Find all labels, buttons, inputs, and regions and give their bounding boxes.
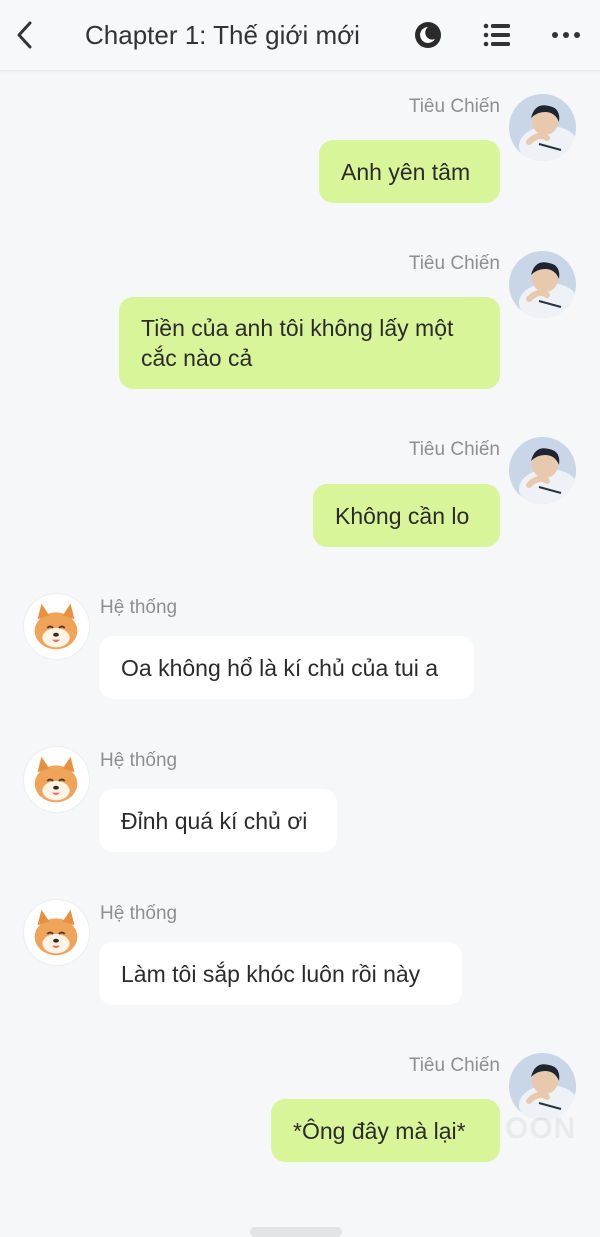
chat-bubble: Tiền của anh tôi không lấy một cắc nào c… bbox=[119, 297, 500, 389]
sender-name: Hệ thống bbox=[100, 903, 178, 924]
chat-bubble: Làm tôi sắp khóc luôn rồi này bbox=[99, 942, 462, 1005]
night-mode-icon[interactable] bbox=[412, 18, 444, 52]
watermark: OON bbox=[505, 1112, 577, 1145]
sender-name: Tiêu Chiến bbox=[408, 253, 500, 274]
more-dots-icon[interactable] bbox=[550, 18, 582, 52]
chat-bubble: *Ông đây mà lại* bbox=[271, 1099, 500, 1162]
chat-bubble: Oa không hổ là kí chủ của tui a bbox=[99, 636, 474, 699]
chat-bubble: Đỉnh quá kí chủ ơi bbox=[99, 789, 337, 852]
chapter-title: Chapter 1: Thế giới mới bbox=[85, 20, 360, 50]
top-bar: Chapter 1: Thế giới mới bbox=[0, 0, 600, 70]
user-avatar[interactable] bbox=[509, 94, 576, 161]
sender-name: Hệ thống bbox=[100, 750, 178, 771]
chat-bubble: Không cần lo bbox=[313, 484, 500, 547]
sender-name: Tiêu Chiến bbox=[408, 1055, 500, 1076]
user-avatar[interactable] bbox=[509, 1053, 576, 1120]
sender-name: Hệ thống bbox=[100, 597, 178, 618]
user-avatar[interactable] bbox=[509, 251, 576, 318]
user-avatar[interactable] bbox=[509, 437, 576, 504]
back-arrow-icon[interactable] bbox=[12, 18, 40, 52]
system-avatar[interactable] bbox=[23, 746, 90, 813]
sender-name: Tiêu Chiến bbox=[408, 96, 500, 117]
chat-bubble: Anh yên tâm bbox=[319, 140, 500, 203]
home-indicator bbox=[250, 1227, 342, 1237]
system-avatar[interactable] bbox=[23, 593, 90, 660]
chapter-list-icon[interactable] bbox=[481, 18, 513, 52]
system-avatar[interactable] bbox=[23, 899, 90, 966]
sender-name: Tiêu Chiến bbox=[408, 439, 500, 460]
